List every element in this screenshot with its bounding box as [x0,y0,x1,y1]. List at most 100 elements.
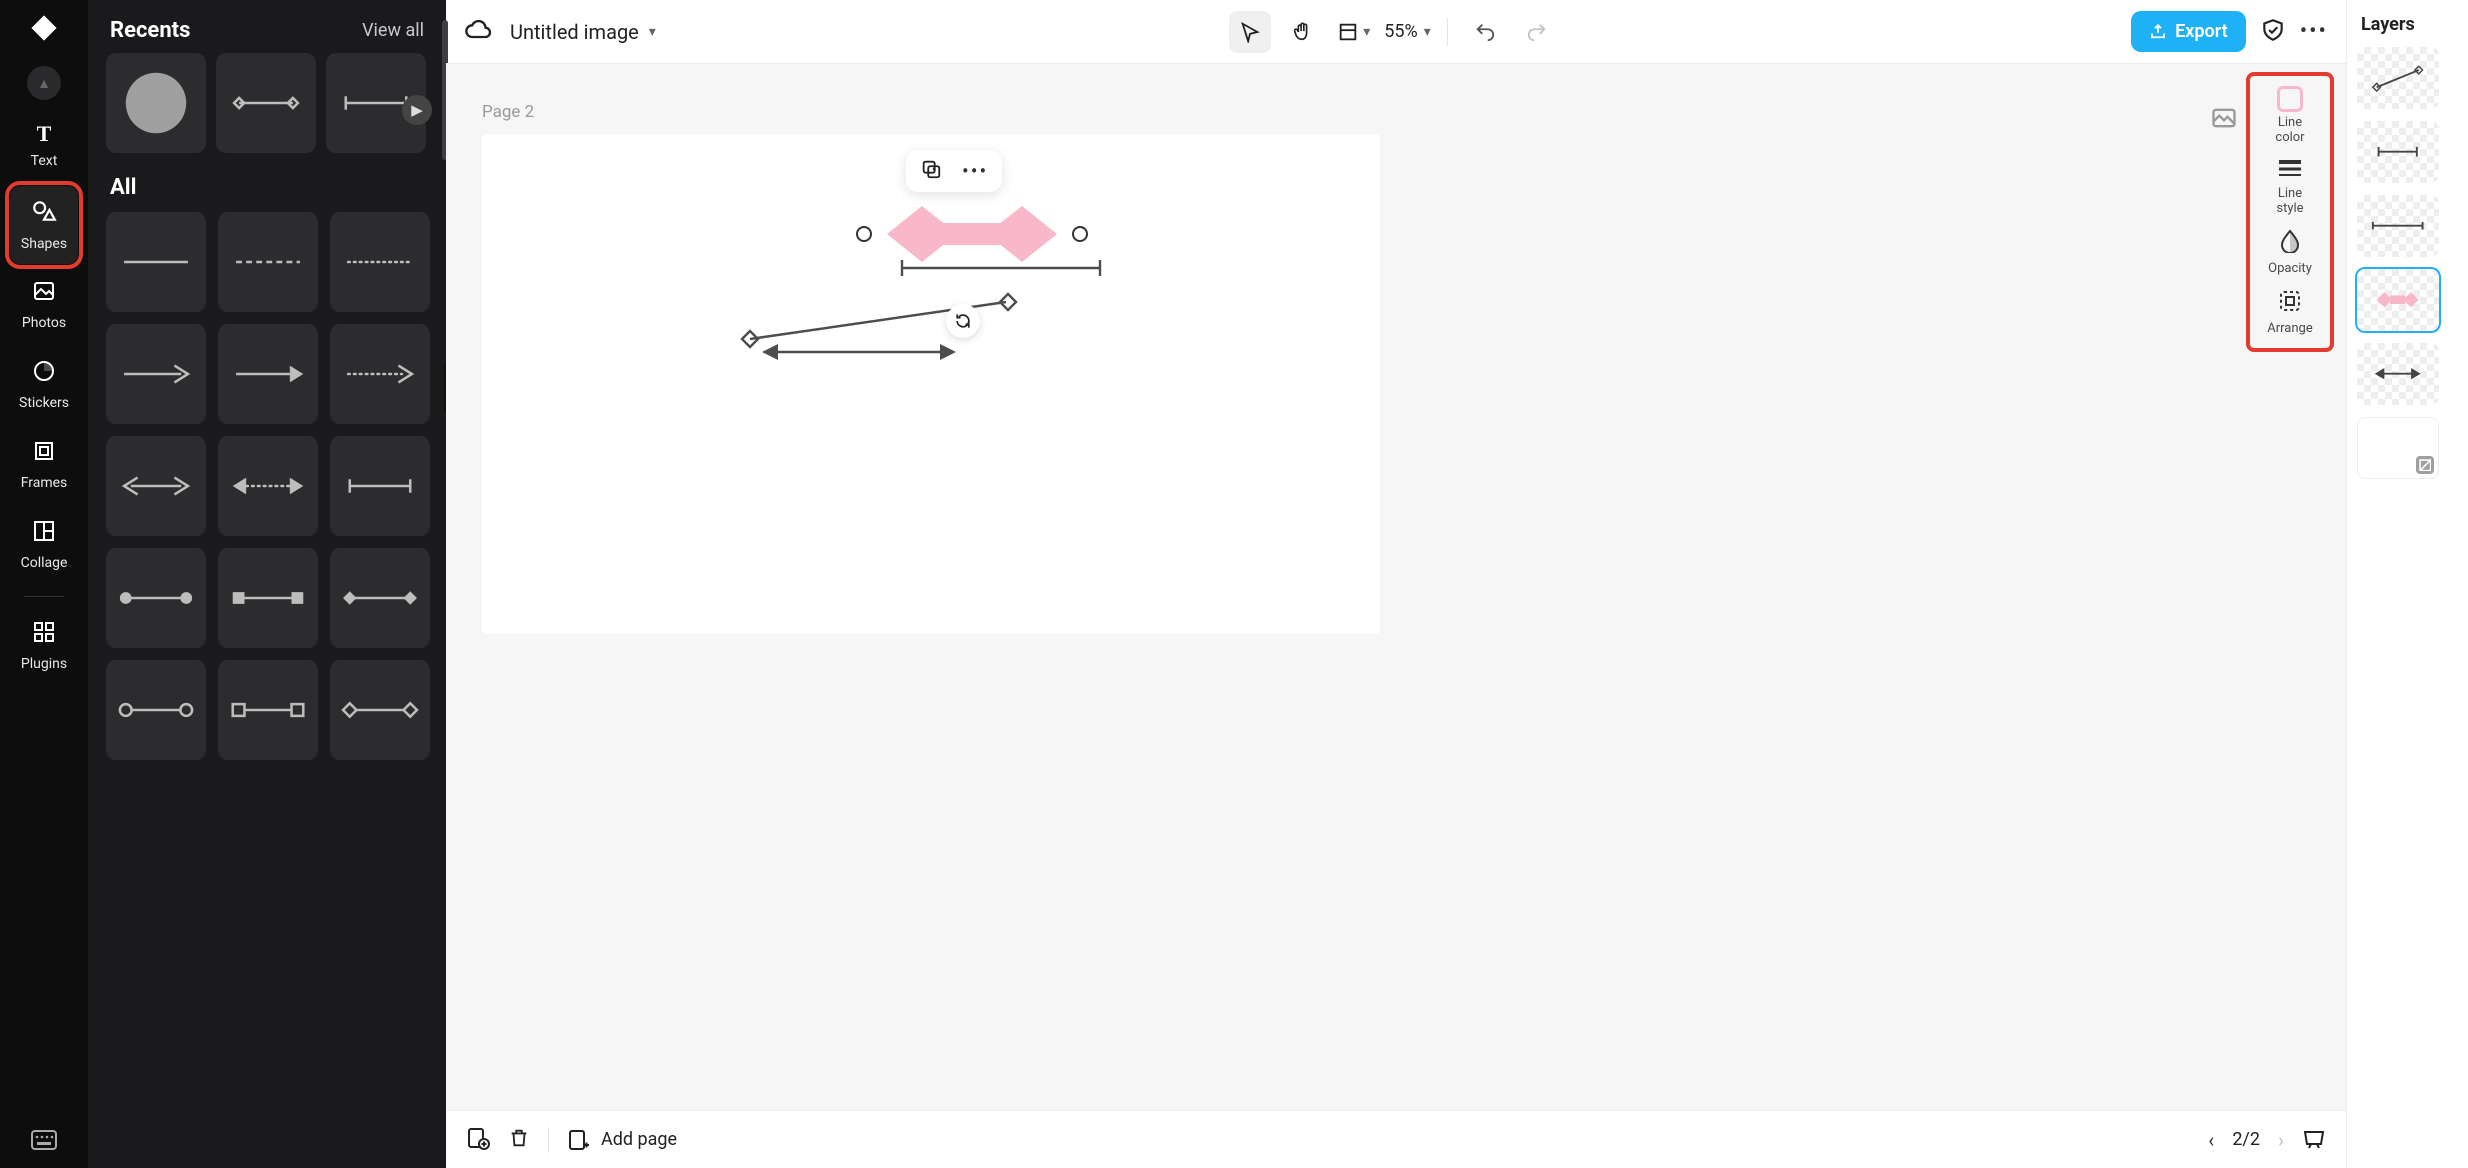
export-button[interactable]: Export [2131,11,2246,52]
rail-collapse-button[interactable]: ▲ [27,66,61,100]
document-title[interactable]: Untitled image ▾ [510,20,656,44]
shape-arrow-dotted[interactable] [330,324,430,424]
rail-item-frames[interactable]: Frames [10,426,78,504]
shape-dotted-line[interactable] [330,212,430,312]
layer-thumb-selected[interactable] [2357,269,2439,331]
rail-item-label: Photos [22,315,66,331]
shape-arrow-solid[interactable] [218,324,318,424]
rotate-handle[interactable] [946,304,980,338]
tool-label: Line style [2276,187,2303,217]
layer-thumb[interactable] [2357,47,2439,109]
chevron-down-icon: ▾ [649,24,656,40]
view-all-link[interactable]: View all [362,20,424,41]
layer-thumb[interactable] [2357,343,2439,405]
shape-circle-open-ends[interactable] [106,660,206,760]
add-page-label: Add page [601,1129,677,1150]
shape-dashed-line[interactable] [218,212,318,312]
layer-thumb[interactable] [2357,121,2439,183]
separator [548,1127,549,1153]
opacity-tool[interactable]: Opacity [2268,229,2312,277]
canvas-page[interactable] [482,134,1380,634]
shape-solid-line[interactable] [106,212,206,312]
all-heading: All [88,167,446,212]
rail-item-label: Frames [21,475,68,491]
canvas-stage[interactable]: Page 2 [446,64,2346,1168]
redo-button[interactable] [1516,11,1558,53]
tool-label: Line color [2275,116,2304,146]
next-page-button[interactable]: › [2278,1128,2284,1152]
frame-icon [32,439,56,469]
separator [1447,18,1448,46]
crop-tool[interactable]: ▾ [1333,11,1374,53]
layers-panel: Layers [2346,0,2468,1168]
recents-row: ▶ [88,53,446,167]
recents-heading: Recents [110,18,190,43]
select-tool[interactable] [1229,11,1271,53]
shape-double-arrow-dotted[interactable] [218,436,318,536]
recent-shape-diamond-line[interactable] [216,53,316,153]
shape-arrow-open[interactable] [106,324,206,424]
new-page-icon[interactable] [466,1126,490,1154]
rail-item-label: Collage [21,555,68,571]
collage-icon [32,519,56,549]
add-page-button[interactable]: Add page [567,1128,677,1152]
more-options-icon[interactable]: ••• [962,159,988,183]
rail-item-label: Plugins [21,656,67,672]
line-color-tool[interactable]: Line color [2275,86,2304,146]
layer-thumb-page[interactable] [2357,417,2439,479]
undo-button[interactable] [1464,11,1506,53]
cloud-icon[interactable] [464,16,492,48]
delete-icon[interactable] [508,1126,530,1154]
rail-item-label: Stickers [19,395,69,411]
arrange-tool[interactable]: Arrange [2267,289,2312,337]
tool-label: Opacity [2268,262,2312,277]
export-label: Export [2175,21,2228,42]
rail-item-collage[interactable]: Collage [10,506,78,584]
text-icon: T [37,121,52,147]
selection-toolbar: ••• [906,150,1002,192]
hand-tool[interactable] [1281,11,1323,53]
presentation-icon[interactable] [2302,1127,2326,1153]
rail-item-shapes[interactable]: Shapes [10,186,78,264]
rail-item-text[interactable]: T Text [10,106,78,184]
duplicate-icon[interactable] [920,158,942,184]
shape-dot-ends[interactable] [106,548,206,648]
zoom-control[interactable]: 55% ▾ [1384,21,1430,42]
page-label: Page 2 [482,102,534,122]
rail-item-photos[interactable]: Photos [10,266,78,344]
rail-item-plugins[interactable]: Plugins [10,607,78,685]
rail-item-label: Shapes [21,236,67,252]
header: Untitled image ▾ ▾ 55% ▾ [446,0,2346,64]
main-area: Untitled image ▾ ▾ 55% ▾ [446,0,2346,1168]
line-style-icon [2277,158,2303,183]
blank-page-icon [2416,456,2434,474]
layer-thumb[interactable] [2357,195,2439,257]
prev-page-button[interactable]: ‹ [2208,1128,2214,1152]
reset-background-icon[interactable] [2210,104,2238,132]
opacity-icon [2279,229,2301,258]
shape-double-arrow[interactable] [106,436,206,536]
arrange-icon [2278,289,2302,318]
shape-square-ends[interactable] [218,548,318,648]
keyboard-icon[interactable] [31,1130,57,1154]
recents-next-button[interactable]: ▶ [402,95,432,125]
title-text: Untitled image [510,20,639,44]
line-color-swatch [2277,86,2303,112]
shape-bar-line[interactable] [330,436,430,536]
shield-icon[interactable] [2260,17,2286,47]
shape-diamond-open-ends[interactable] [330,660,430,760]
more-icon[interactable]: ••• [2300,19,2328,44]
recent-shape-circle[interactable] [106,53,206,153]
app-logo[interactable] [24,8,64,48]
zoom-value: 55% [1384,21,1417,42]
footer-bar: Add page ‹ 2/2 › [446,1110,2346,1168]
rail-separator [24,596,64,597]
shape-diamond-ends[interactable] [330,548,430,648]
rail-item-stickers[interactable]: Stickers [10,346,78,424]
line-style-tool[interactable]: Line style [2276,158,2303,217]
line-tools-panel: Line color Line style Opacity Arrange [2246,72,2334,352]
sticker-icon [32,359,56,389]
shapes-icon [31,198,57,230]
photo-icon [32,279,56,309]
shape-square-open-ends[interactable] [218,660,318,760]
